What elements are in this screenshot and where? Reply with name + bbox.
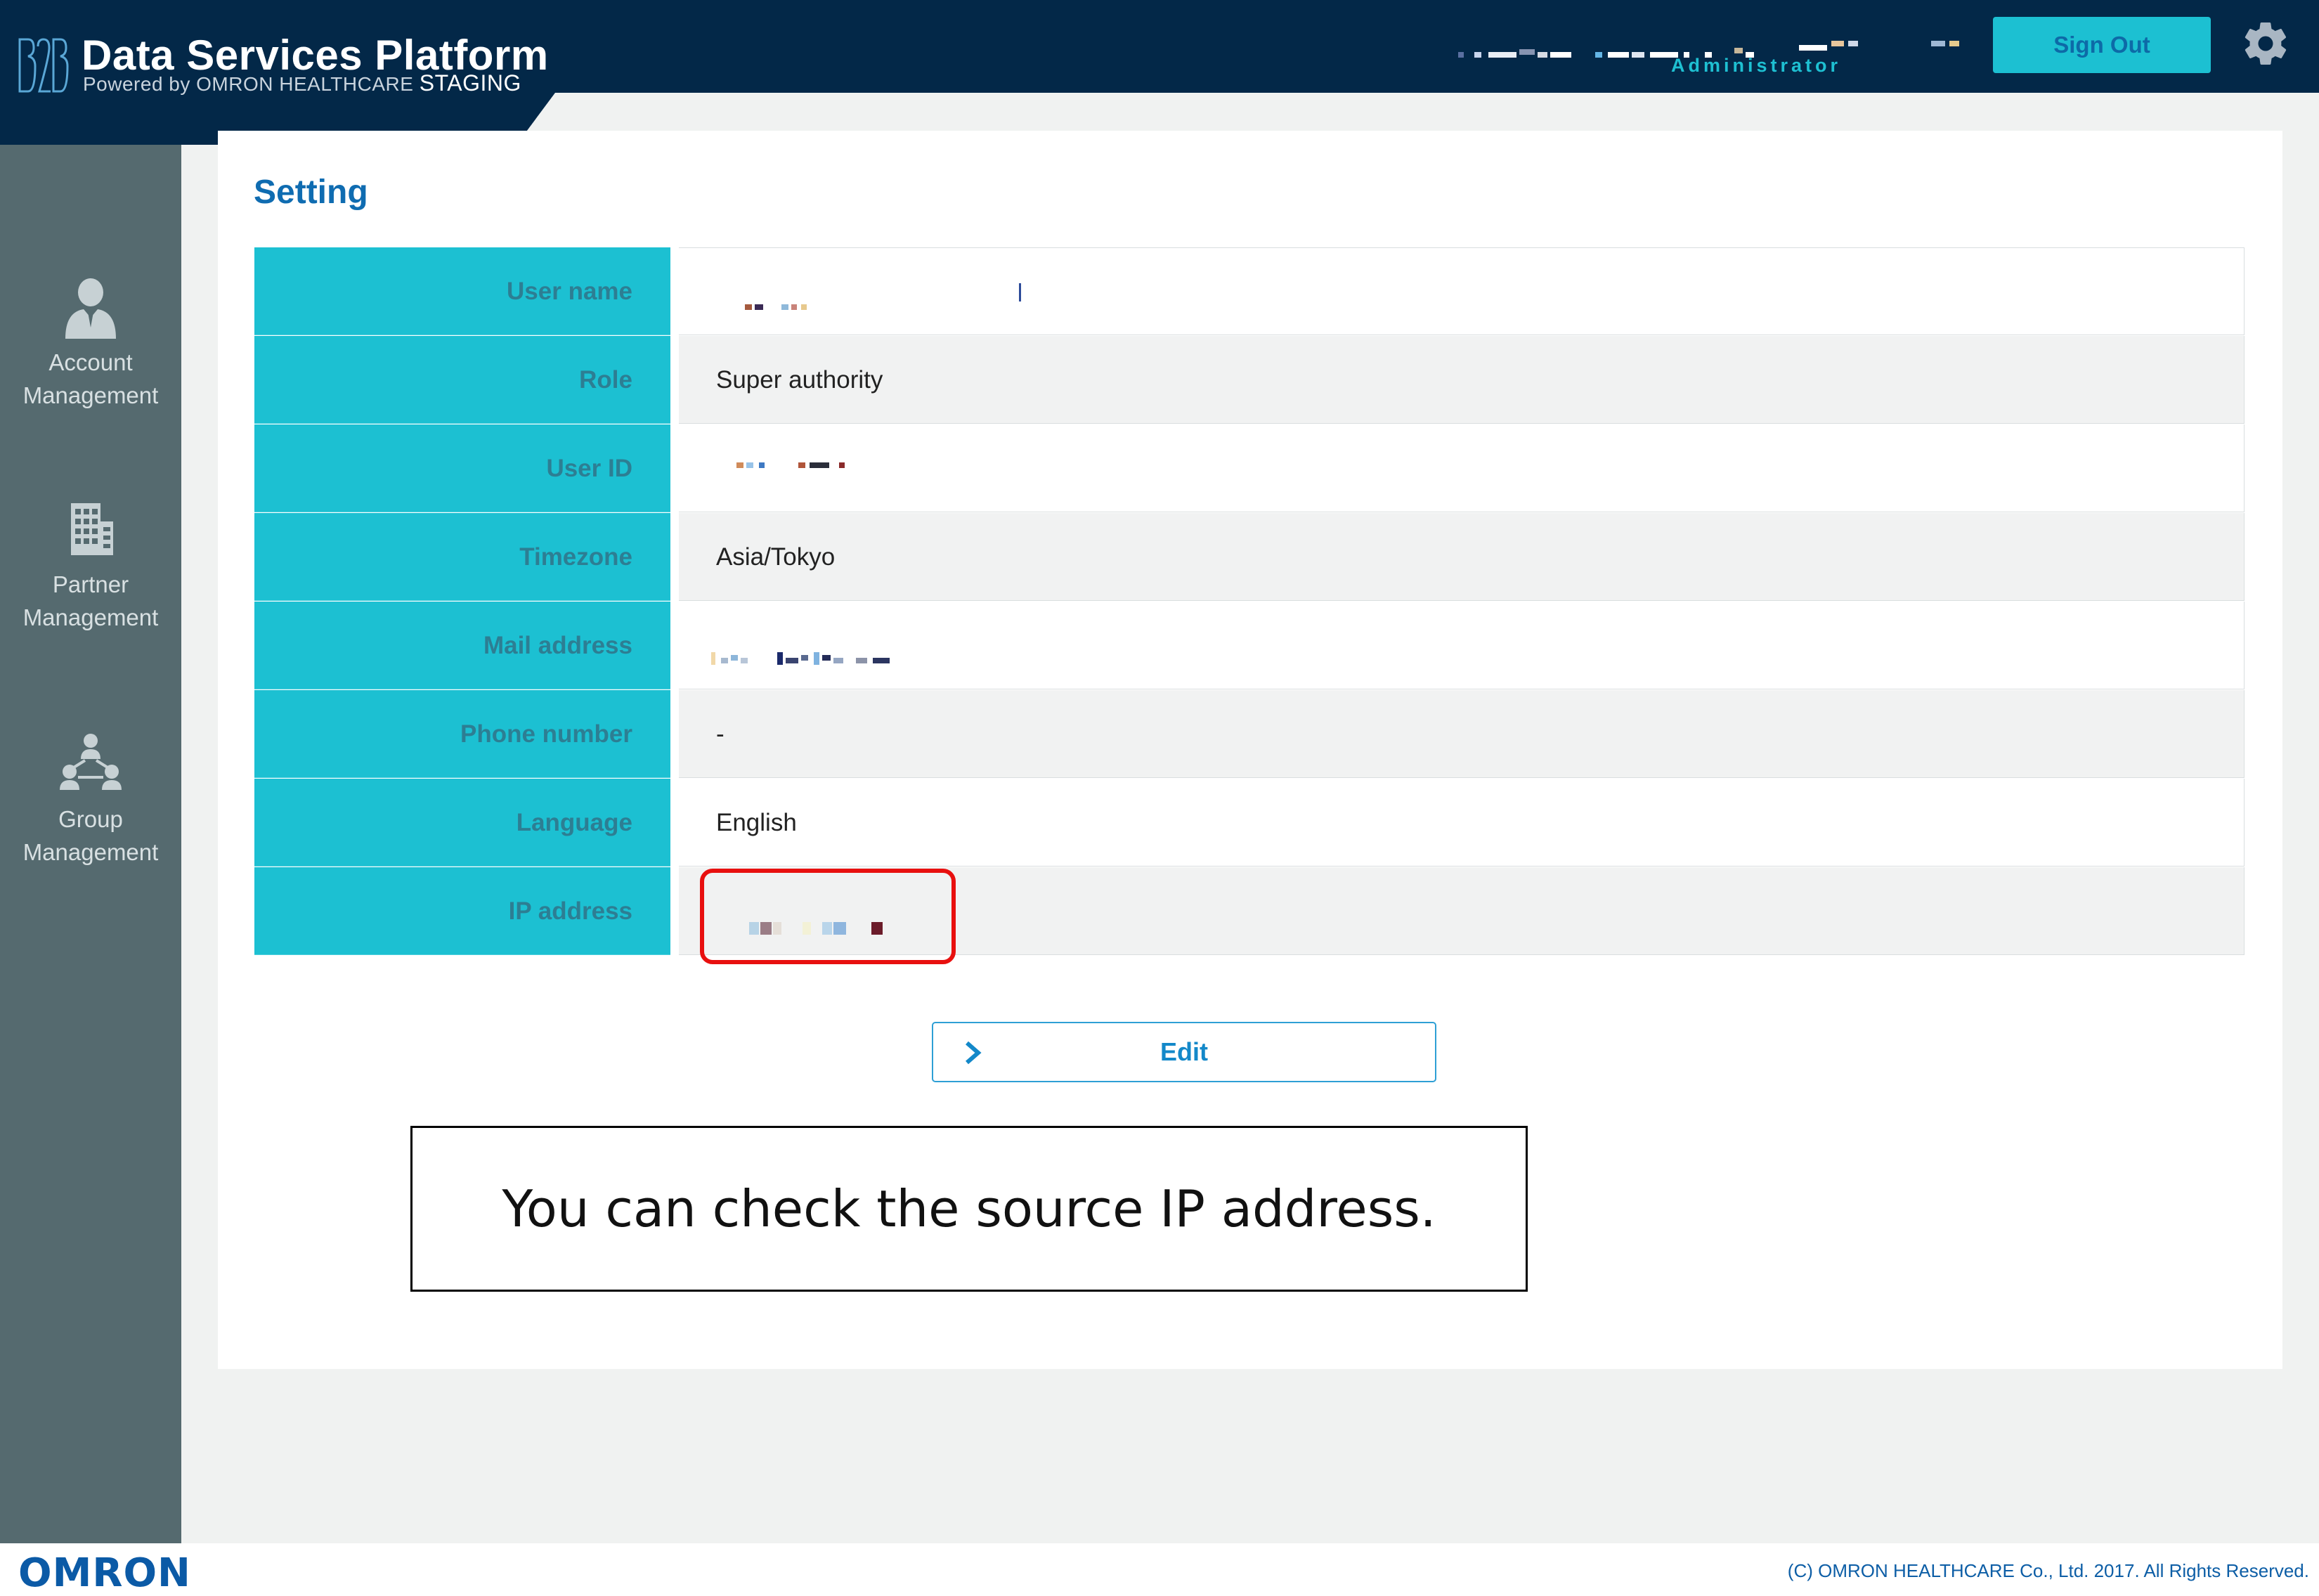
- sidebar-item-group-management[interactable]: Group Management: [0, 728, 181, 869]
- timezone-value: Asia/Tokyo: [679, 513, 2245, 601]
- phone-number-value: -: [679, 690, 2245, 778]
- copyright-text: (C) OMRON HEALTHCARE Co., Ltd. 2017. All…: [1787, 1560, 2309, 1581]
- table-row: User ID: [254, 424, 2245, 513]
- row-label: Role: [254, 336, 670, 424]
- sidebar-item-label: Partner: [52, 571, 129, 597]
- row-label: User ID: [254, 424, 670, 512]
- mail-address-value: [679, 602, 2245, 689]
- table-row: Mail address: [254, 602, 2245, 690]
- user-role: Administrator: [1671, 55, 1842, 76]
- table-row: Role Super authority: [254, 336, 2245, 424]
- footer: OMRON (C) OMRON HEALTHCARE Co., Ltd. 201…: [0, 1543, 2319, 1596]
- table-row: Timezone Asia/Tokyo: [254, 513, 2245, 602]
- gear-icon[interactable]: [2240, 18, 2291, 69]
- table-row: Language English: [254, 779, 2245, 867]
- ip-address-highlight: [700, 869, 956, 964]
- user-id-value: [679, 424, 2245, 512]
- subtitle-text: Powered by OMRON HEALTHCARE: [83, 73, 414, 95]
- building-icon: [71, 503, 113, 555]
- sidebar-item-label: Management: [22, 382, 159, 408]
- sidebar-item-label: Management: [22, 604, 159, 630]
- table-row: Phone number -: [254, 690, 2245, 779]
- sidebar-item-label: Account: [48, 349, 133, 375]
- redacted-mail-address: [679, 602, 2244, 689]
- row-label: Language: [254, 779, 670, 867]
- redacted-user-name: [679, 248, 2244, 335]
- group-icon: [60, 734, 122, 790]
- main-content: Setting User name Role Super authority U…: [218, 131, 2282, 1369]
- omron-logo: OMRON: [18, 1550, 191, 1596]
- sign-out-button[interactable]: Sign Out: [1993, 17, 2211, 73]
- sidebar: Account Management Partner Management Gr…: [0, 145, 181, 1543]
- sidebar-item-label: Management: [22, 839, 159, 865]
- row-label: IP address: [254, 867, 670, 955]
- settings-table: User name Role Super authority User ID T…: [254, 247, 2245, 956]
- edit-button-label: Edit: [1160, 1037, 1208, 1066]
- role-value: Super authority: [679, 336, 2245, 424]
- person-icon: [65, 278, 116, 339]
- row-label: Mail address: [254, 602, 670, 689]
- app-subtitle: Powered by OMRON HEALTHCARE STAGING: [83, 70, 521, 96]
- row-label: Phone number: [254, 690, 670, 778]
- sidebar-item-label: Group: [58, 806, 123, 832]
- sidebar-item-partner-management[interactable]: Partner Management: [0, 493, 181, 634]
- table-row: User name: [254, 247, 2245, 336]
- sidebar-item-account-management[interactable]: Account Management: [0, 271, 181, 412]
- annotation-callout: You can check the source IP address.: [410, 1126, 1528, 1292]
- user-name-value: [679, 247, 2245, 335]
- edit-button[interactable]: Edit: [932, 1022, 1436, 1082]
- page-title: Setting: [254, 174, 368, 211]
- redacted-user-id: [679, 424, 2244, 512]
- language-value: English: [679, 779, 2245, 867]
- table-row: IP address: [254, 867, 2245, 956]
- row-label: Timezone: [254, 513, 670, 601]
- brand-panel: Data Services Platform Powered by OMRON …: [0, 0, 555, 145]
- b2b-logo: [18, 38, 69, 93]
- environment-badge: STAGING: [419, 70, 521, 96]
- row-label: User name: [254, 247, 670, 335]
